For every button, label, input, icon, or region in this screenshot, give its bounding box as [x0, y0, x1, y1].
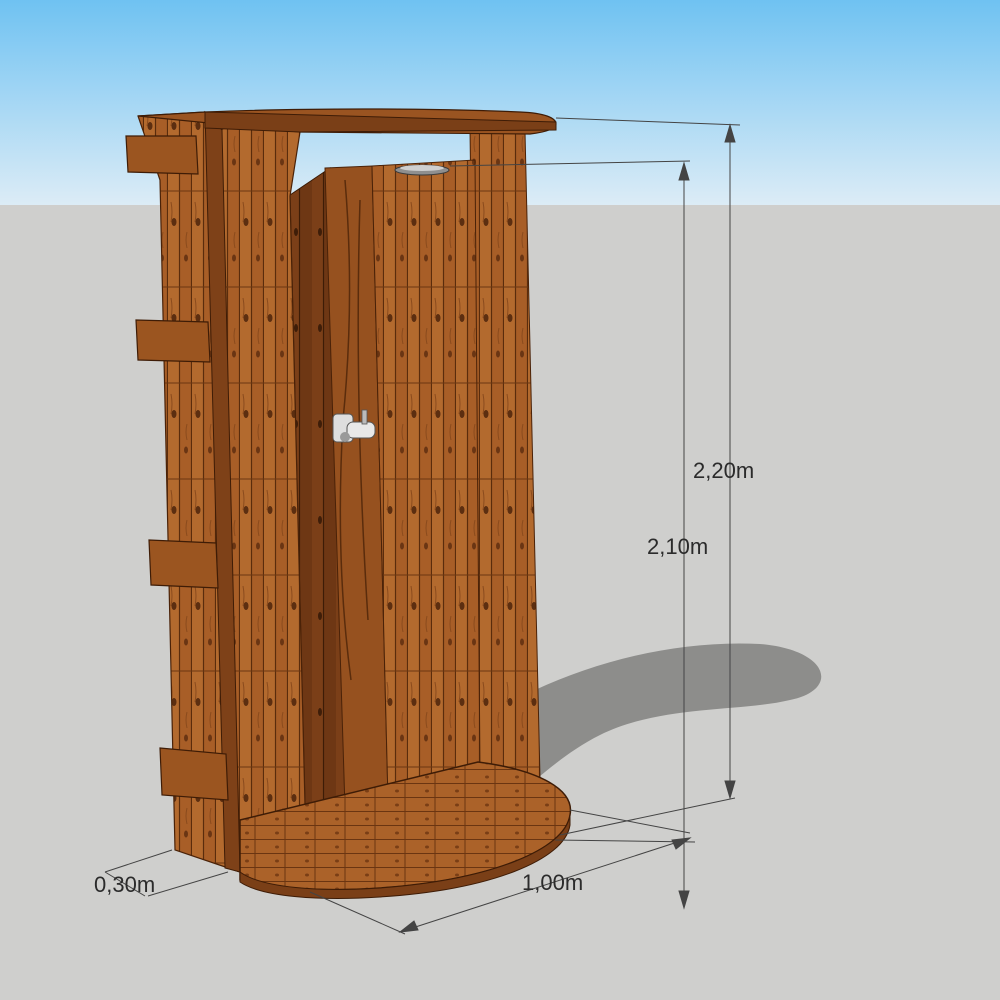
base-width-label: 1,00m — [522, 870, 584, 895]
base-depth-label: 0,30m — [94, 872, 156, 897]
shower-cabin-scene — [0, 0, 1000, 1000]
batten-bottom — [159, 747, 229, 801]
inner-side-wall — [371, 159, 481, 801]
total-height-label: 2,20m — [693, 458, 755, 483]
batten-upper — [135, 319, 211, 363]
inner-height-label: 2,10m — [647, 534, 709, 559]
shower-cabin — [125, 108, 572, 899]
shower-head-icon — [394, 164, 450, 176]
batten-lower — [148, 539, 219, 589]
batten-top — [125, 135, 199, 175]
